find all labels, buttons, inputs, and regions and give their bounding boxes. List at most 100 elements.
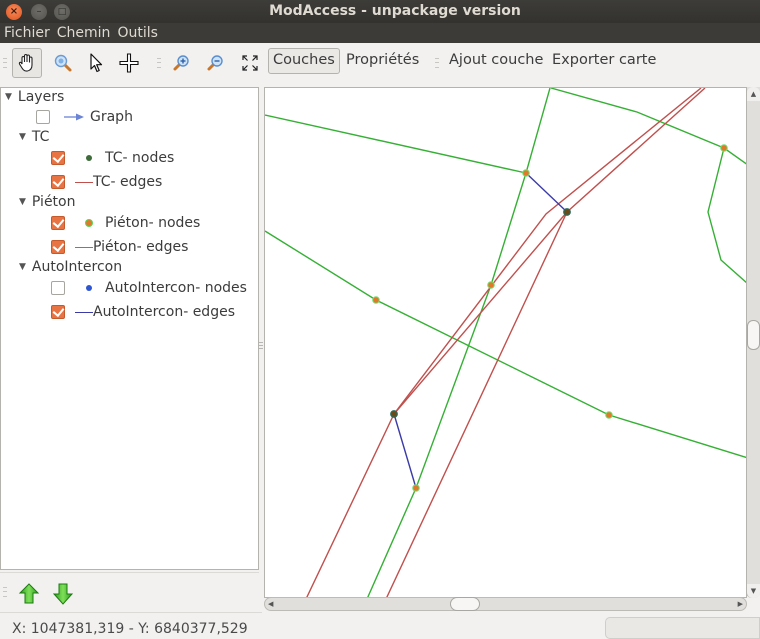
arrow-up-icon [18, 583, 40, 604]
arrow-down-icon [52, 583, 74, 605]
ajout-couche-button[interactable]: Ajout couche [449, 52, 543, 68]
point-symbol-icon [73, 281, 105, 295]
layer-item-tc-nodes[interactable]: TC- nodes [51, 148, 174, 168]
group-label: TC [31, 129, 50, 145]
tc-edges-layer [306, 88, 706, 597]
scroll-left-button[interactable]: ◀ [268, 598, 273, 610]
zoom-area-button[interactable] [48, 48, 78, 78]
layer-group-tc[interactable]: ▼ TC [19, 127, 49, 147]
window-title: ModAccess - unpackage version [269, 3, 521, 19]
map-horizontal-scrollbar[interactable]: ◀ ▶ [264, 597, 747, 611]
move-layer-down-button[interactable] [52, 582, 74, 606]
horizontal-scroll-thumb[interactable] [450, 597, 480, 611]
layer-checkbox-pieton-edges[interactable] [51, 240, 65, 254]
layer-label: AutoIntercon- edges [93, 304, 235, 320]
layers-tree-panel[interactable]: ▼ Layers Graph ▼ TC TC- nodes TC- edges … [0, 87, 259, 570]
vertical-scroll-thumb[interactable] [747, 320, 760, 350]
autointercon-edge [393, 413, 417, 489]
zoom-full-extent-button[interactable] [235, 48, 265, 78]
layer-item-pieton-nodes[interactable]: Piéton- nodes [51, 213, 200, 233]
zoom-area-icon [54, 54, 72, 72]
move-layer-up-button[interactable] [18, 582, 40, 606]
status-progress-field [605, 617, 760, 639]
tc-edge [386, 211, 568, 597]
zoom-in-button[interactable] [166, 48, 196, 78]
coordinates-readout: X: 1047381,319 - Y: 6840377,529 [12, 621, 248, 637]
select-tool-button[interactable] [81, 48, 111, 78]
layer-checkbox-tc-nodes[interactable] [51, 151, 65, 165]
expand-arrow-icon[interactable]: ▼ [19, 262, 26, 272]
pieton-node [720, 144, 728, 152]
layer-label: Piéton- edges [93, 239, 189, 255]
point-symbol-icon [73, 216, 105, 230]
couches-button[interactable]: Couches [268, 48, 340, 74]
divider [0, 612, 262, 613]
zoom-out-icon [207, 55, 223, 71]
panel-splitter[interactable] [259, 340, 263, 360]
zoom-full-extent-icon [242, 55, 258, 71]
select-pointer-icon [90, 53, 103, 73]
divider [0, 572, 259, 573]
exporter-carte-button[interactable]: Exporter carte [552, 52, 656, 68]
menu-bar: Fichier Chemin Outils [0, 23, 760, 43]
title-bar: × – □ ModAccess - unpackage version [0, 0, 760, 23]
point-symbol-icon [73, 151, 105, 165]
layer-item-tc-edges[interactable]: TC- edges [51, 172, 162, 192]
zoom-in-icon [173, 55, 189, 71]
layer-item-autointercon-nodes[interactable]: AutoIntercon- nodes [51, 278, 247, 298]
tc-node [563, 208, 571, 216]
line-symbol-icon [73, 305, 93, 319]
layer-item-autointercon-edges[interactable]: AutoIntercon- edges [51, 302, 235, 322]
autointercon-edge [525, 172, 568, 213]
line-symbol-icon [73, 175, 93, 189]
layer-checkbox-tc-edges[interactable] [51, 175, 65, 189]
expand-arrow-icon[interactable]: ▼ [19, 197, 26, 207]
layer-checkbox-autointercon-nodes[interactable] [51, 281, 65, 295]
pan-tool-button[interactable] [12, 48, 42, 78]
expand-arrow-icon[interactable]: ▼ [5, 92, 12, 102]
map-vertical-scrollbar[interactable]: ▲ ▼ [746, 87, 760, 598]
layer-label: TC- edges [93, 174, 163, 190]
tree-root-label: Layers [17, 89, 65, 105]
add-point-tool-button[interactable] [114, 48, 144, 78]
proprietes-button[interactable]: Propriétés [346, 52, 419, 68]
menu-outils[interactable]: Outils [117, 25, 157, 41]
layer-label: AutoIntercon- nodes [105, 280, 247, 296]
menu-fichier[interactable]: Fichier [4, 25, 50, 41]
expand-arrow-icon[interactable]: ▼ [19, 132, 26, 142]
layer-label: Piéton- nodes [105, 215, 201, 231]
graph-arrow-icon [58, 110, 90, 124]
layer-group-pieton[interactable]: ▼ Piéton [19, 192, 76, 212]
scroll-down-button[interactable]: ▼ [747, 584, 760, 598]
tree-root-layers[interactable]: ▼ Layers [5, 87, 64, 107]
pieton-node [522, 169, 530, 177]
tc-node [390, 410, 398, 418]
pieton-node [605, 411, 613, 419]
layer-group-autointercon[interactable]: ▼ AutoIntercon [19, 257, 122, 277]
toolbar-grip-3[interactable] [435, 58, 439, 68]
pieton-edge [367, 88, 551, 597]
group-label: AutoIntercon [31, 259, 123, 275]
layer-label: TC- nodes [105, 150, 175, 166]
layer-toolbar-grip[interactable] [3, 587, 7, 597]
toolbar: Couches Propriétés Ajout couche Exporter… [0, 43, 760, 83]
map-svg[interactable] [265, 88, 747, 598]
scroll-right-button[interactable]: ▶ [738, 598, 743, 610]
pieton-node [372, 296, 380, 304]
zoom-out-button[interactable] [200, 48, 230, 78]
layer-checkbox-autointercon-edges[interactable] [51, 305, 65, 319]
layer-checkbox-graph[interactable] [36, 110, 50, 124]
layer-item-pieton-edges[interactable]: Piéton- edges [51, 237, 188, 257]
pieton-edge [707, 147, 746, 284]
map-canvas[interactable] [264, 87, 747, 598]
layer-item-graph[interactable]: Graph [36, 107, 133, 127]
menu-chemin[interactable]: Chemin [57, 25, 111, 41]
group-label: Piéton [31, 194, 76, 210]
pieton-node [412, 484, 420, 492]
toolbar-grip-2[interactable] [157, 58, 161, 68]
layer-checkbox-pieton-nodes[interactable] [51, 216, 65, 230]
toolbar-grip[interactable] [3, 58, 7, 68]
scroll-up-button[interactable]: ▲ [747, 87, 760, 101]
line-symbol-icon [73, 240, 93, 254]
pieton-edge [550, 88, 746, 165]
